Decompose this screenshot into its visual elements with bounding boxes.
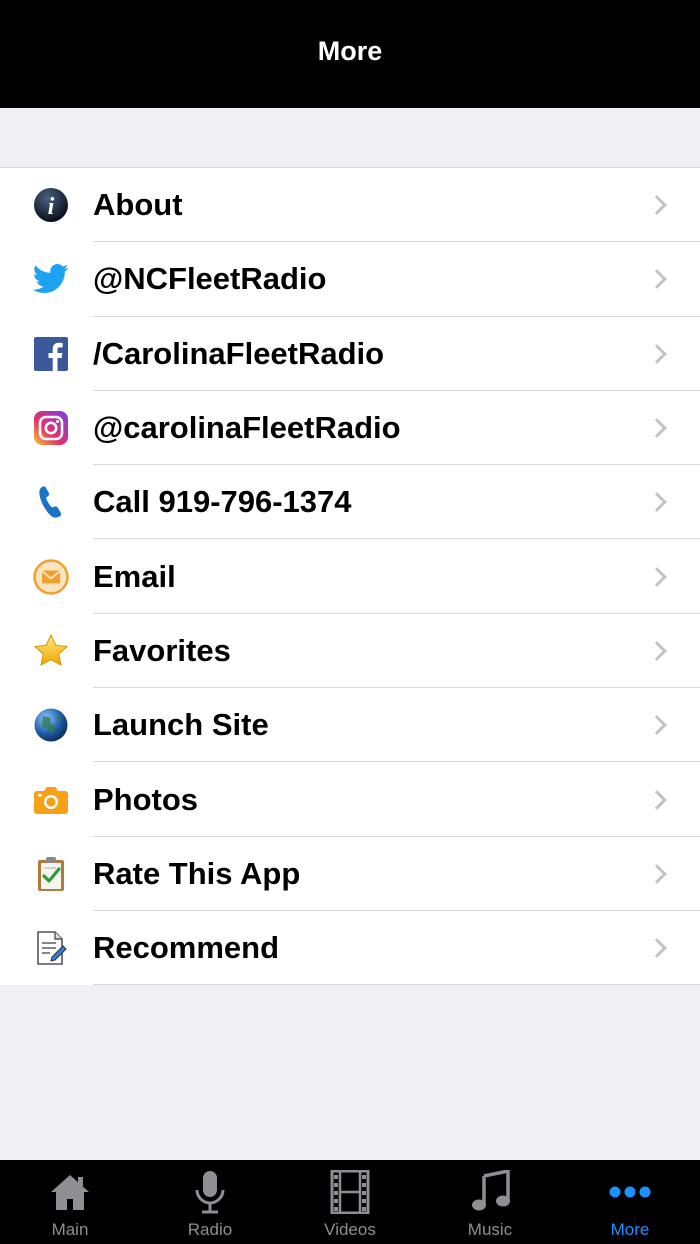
menu-item-email[interactable]: Email [0,539,700,614]
tab-bar: Main Radio Videos Music More [0,1160,700,1244]
menu-item-label: Call 919-796-1374 [93,484,352,520]
menu-item-label: Email [93,558,176,594]
instagram-icon [33,410,69,446]
tab-label: Main [51,1220,89,1239]
more-menu-list: i About @NCFleetRadio /CarolinaFleetRadi… [0,167,700,986]
camera-icon [33,782,69,818]
home-icon [48,1170,92,1214]
clipboard-check-icon [33,856,69,892]
tab-label: Radio [187,1220,233,1239]
chevron-right-icon [647,566,667,587]
chevron-right-icon [647,938,667,959]
menu-item-call[interactable]: Call 919-796-1374 [0,465,700,540]
tab-label: Music [467,1220,513,1239]
chevron-right-icon [647,715,667,736]
chevron-right-icon [647,863,667,884]
more-dots-icon [608,1170,652,1214]
menu-item-rate-app[interactable]: Rate This App [0,837,700,911]
menu-item-launch-site[interactable]: Launch Site [0,688,700,763]
menu-item-facebook[interactable]: /CarolinaFleetRadio [0,317,700,391]
tab-videos[interactable]: Videos [280,1160,420,1244]
menu-item-label: Launch Site [93,707,269,743]
chevron-right-icon [647,492,667,513]
chevron-right-icon [647,789,667,810]
menu-item-favorites[interactable]: Favorites [0,614,700,689]
page-title: More [317,35,383,66]
info-icon: i [33,187,69,223]
menu-item-label: About [93,187,183,223]
tab-main[interactable]: Main [0,1160,140,1244]
svg-text:i: i [48,194,55,220]
chevron-right-icon [647,641,667,661]
menu-item-photos[interactable]: Photos [0,762,700,837]
menu-item-label: Photos [93,781,199,817]
chevron-right-icon [647,269,667,290]
globe-icon [33,707,69,743]
tab-label: Videos [324,1220,376,1239]
tab-radio[interactable]: Radio [140,1160,280,1244]
music-note-icon [468,1170,512,1214]
menu-item-instagram[interactable]: @carolinaFleetRadio [0,391,700,466]
divider [93,984,700,986]
menu-item-label: @carolinaFleetRadio [93,410,401,446]
menu-item-twitter[interactable]: @NCFleetRadio [0,242,700,317]
menu-item-label: Recommend [93,930,280,966]
facebook-icon [33,336,69,372]
chevron-right-icon [647,418,667,438]
more-screen: More i About @NCFleetRadio /CarolinaFlee… [0,0,700,1244]
email-icon [33,558,69,595]
tab-music[interactable]: Music [420,1160,560,1244]
menu-item-about[interactable]: i About [0,168,700,243]
star-icon [33,633,69,669]
twitter-icon [33,261,69,297]
chevron-right-icon [647,343,667,364]
navigation-bar: More [0,0,700,108]
menu-item-label: @NCFleetRadio [93,261,327,297]
menu-item-label: Rate This App [93,855,301,891]
chevron-right-icon [647,195,667,216]
menu-item-recommend[interactable]: Recommend [0,911,700,986]
microphone-icon [188,1170,232,1214]
menu-item-label: /CarolinaFleetRadio [93,335,385,371]
tab-label: More [610,1220,650,1239]
menu-item-label: Favorites [93,632,231,668]
tab-more[interactable]: More [560,1160,700,1244]
document-edit-icon [33,930,69,966]
phone-icon [33,484,69,520]
film-icon [328,1170,372,1214]
